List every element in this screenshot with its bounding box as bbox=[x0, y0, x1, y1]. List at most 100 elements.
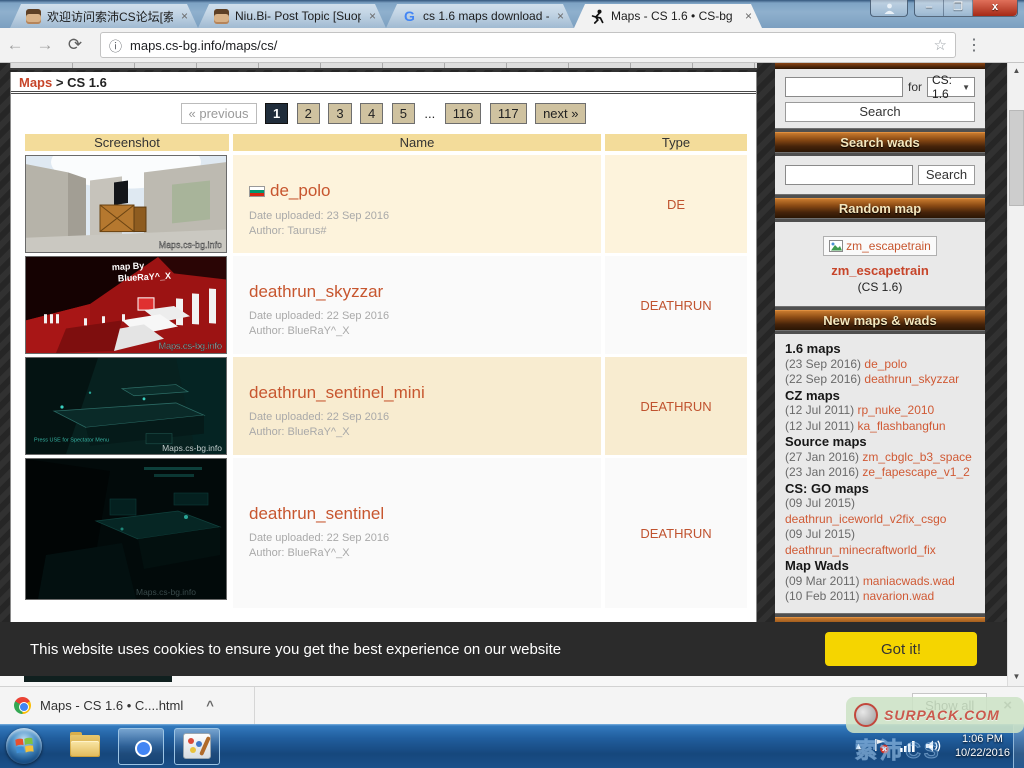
tab-close-icon[interactable]: × bbox=[555, 9, 566, 23]
map-author: Author: BlueRaY^_X bbox=[249, 546, 601, 561]
scrollbar-thumb[interactable] bbox=[1009, 110, 1024, 206]
map-name-link[interactable]: deathrun_sentinel bbox=[249, 504, 384, 524]
map-search-button[interactable]: Search bbox=[785, 102, 975, 122]
random-map-header: Random map bbox=[775, 198, 985, 218]
hidden-icons-icon[interactable]: ▲ bbox=[854, 741, 863, 751]
action-center-flag-icon[interactable] bbox=[872, 738, 890, 754]
chevron-up-icon[interactable]: ^ bbox=[206, 698, 214, 713]
map-link[interactable]: de_polo bbox=[864, 357, 907, 371]
pagination-page-116[interactable]: 116 bbox=[445, 103, 482, 124]
map-link[interactable]: zm_cbglc_b3_space bbox=[862, 450, 971, 464]
download-item[interactable]: Maps - CS 1.6 • C....html ^ bbox=[0, 697, 214, 714]
taskbar-explorer-button[interactable] bbox=[62, 728, 108, 765]
page-header-edge bbox=[10, 63, 757, 70]
map-type: DEATHRUN bbox=[605, 458, 747, 608]
address-bar[interactable]: ⓘ maps.cs-bg.info/maps/cs/ ☆ bbox=[100, 32, 956, 58]
tab-close-icon[interactable]: × bbox=[367, 9, 378, 23]
maps-table: Screenshot Name Type bbox=[11, 132, 756, 608]
show-all-downloads-button[interactable]: Show all bbox=[912, 693, 987, 718]
pagination-page-3[interactable]: 3 bbox=[328, 103, 351, 124]
chrome-icon bbox=[127, 732, 155, 760]
browser-scrollbar[interactable]: ▲ ▼ bbox=[1007, 63, 1024, 686]
table-row: map By BlueRaY^_X Maps.cs-bg.info deathr… bbox=[25, 256, 747, 354]
map-link[interactable]: deathrun_iceworld_v2fix_csgo bbox=[785, 512, 975, 528]
map-info-cell: deathrun_sentinel Date uploaded: 22 Sep … bbox=[233, 458, 601, 608]
screenshot-text: map By bbox=[112, 260, 145, 272]
tab-post-topic[interactable]: Niu.Bi- Post Topic [Suop × bbox=[198, 4, 386, 28]
pagination-page-5[interactable]: 5 bbox=[392, 103, 415, 124]
taskbar-clock[interactable]: 1:06 PM 10/22/2016 bbox=[951, 732, 1010, 760]
page-info-icon[interactable]: ⓘ bbox=[109, 36, 122, 55]
network-signal-icon[interactable] bbox=[899, 739, 916, 753]
url-text[interactable]: maps.cs-bg.info/maps/cs/ bbox=[130, 38, 934, 53]
map-link[interactable]: deathrun_minecraftworld_fix bbox=[785, 543, 975, 559]
scroll-down-icon[interactable]: ▼ bbox=[1008, 669, 1024, 685]
list-item: (12 Jul 2011) rp_nuke_2010 bbox=[785, 403, 975, 419]
tab-google-search[interactable]: G cs 1.6 maps download - × bbox=[386, 4, 574, 28]
map-info-cell: deathrun_skyzzar Date uploaded: 22 Sep 2… bbox=[233, 256, 601, 354]
map-link[interactable]: ka_flashbangfun bbox=[858, 419, 946, 433]
game-select[interactable]: CS: 1.6 ▼ bbox=[927, 77, 975, 97]
random-map-link[interactable]: zm_escapetrain bbox=[785, 263, 975, 278]
map-screenshot-thumbnail[interactable]: map By BlueRaY^_X Maps.cs-bg.info bbox=[25, 256, 227, 354]
forward-icon[interactable]: → bbox=[30, 35, 60, 55]
map-name-link[interactable]: de_polo bbox=[249, 181, 331, 201]
map-screenshot-thumbnail[interactable]: Press USE for Spectator Menu Maps.cs-bg.… bbox=[25, 357, 227, 455]
pagination-next[interactable]: next » bbox=[535, 103, 586, 124]
map-search-input[interactable] bbox=[785, 77, 903, 97]
close-download-bar-icon[interactable]: × bbox=[1003, 697, 1012, 714]
tab-close-icon[interactable]: × bbox=[743, 9, 754, 23]
wads-search-input[interactable] bbox=[785, 165, 913, 185]
reload-icon[interactable]: ⟳ bbox=[60, 35, 90, 55]
map-link[interactable]: deathrun_skyzzar bbox=[864, 372, 959, 386]
map-link[interactable]: navarion.wad bbox=[863, 589, 934, 603]
new-maps-header: New maps & wads bbox=[775, 310, 985, 330]
breadcrumb-separator: > bbox=[52, 75, 67, 90]
scroll-up-icon[interactable]: ▲ bbox=[1008, 63, 1024, 79]
profile-button[interactable] bbox=[870, 0, 908, 17]
map-name-link[interactable]: deathrun_skyzzar bbox=[249, 282, 383, 302]
tab-forum[interactable]: 欢迎访问索沛CS论坛[索 × bbox=[10, 4, 198, 28]
cookie-accept-button[interactable]: Got it! bbox=[825, 632, 977, 666]
map-screenshot-thumbnail[interactable]: Maps.cs-bg.info bbox=[25, 458, 227, 600]
pagination-page-2[interactable]: 2 bbox=[297, 103, 320, 124]
random-map-image-link[interactable]: zm_escapetrain bbox=[823, 236, 937, 256]
list-item: (23 Sep 2016) de_polo bbox=[785, 357, 975, 373]
map-link[interactable]: maniacwads.wad bbox=[863, 574, 955, 588]
maximize-button[interactable]: ❐ bbox=[944, 0, 973, 16]
taskbar-chrome-button[interactable] bbox=[118, 728, 164, 765]
pagination-page-4[interactable]: 4 bbox=[360, 103, 383, 124]
list-item: (10 Feb 2011) navarion.wad bbox=[785, 589, 975, 605]
close-button[interactable]: x bbox=[973, 0, 1017, 16]
tab-maps-cs-bg[interactable]: Maps - CS 1.6 • CS-bg × bbox=[574, 4, 762, 28]
wads-search-button[interactable]: Search bbox=[918, 165, 975, 185]
map-info-cell: deathrun_sentinel_mini Date uploaded: 22… bbox=[233, 357, 601, 455]
tab-close-icon[interactable]: × bbox=[179, 9, 190, 23]
map-screenshot-thumbnail[interactable]: Maps.cs-bg.info bbox=[25, 155, 227, 253]
minimize-button[interactable]: – bbox=[915, 0, 944, 16]
chrome-menu-icon[interactable]: ⋮ bbox=[966, 35, 983, 55]
person-icon bbox=[883, 3, 896, 14]
map-link[interactable]: ze_fapescape_v1_2 bbox=[862, 465, 969, 479]
map-search-panel: for CS: 1.6 ▼ Search bbox=[775, 69, 985, 128]
map-type: DEATHRUN bbox=[605, 256, 747, 354]
map-link[interactable]: rp_nuke_2010 bbox=[858, 403, 935, 417]
taskbar-paint-button[interactable] bbox=[174, 728, 220, 765]
pagination-page-117[interactable]: 117 bbox=[490, 103, 527, 124]
show-desktop-button[interactable] bbox=[1013, 724, 1024, 768]
map-name-link[interactable]: deathrun_sentinel_mini bbox=[249, 383, 425, 403]
windows-flag-icon bbox=[15, 737, 34, 755]
page-sliver bbox=[0, 676, 1007, 686]
speaker-icon[interactable] bbox=[925, 739, 942, 753]
pagination-previous[interactable]: « previous bbox=[181, 103, 257, 124]
breadcrumb-current: CS 1.6 bbox=[67, 75, 107, 90]
breadcrumb-maps-link[interactable]: Maps bbox=[19, 75, 52, 90]
list-item: (09 Mar 2011) maniacwads.wad bbox=[785, 574, 975, 590]
chevron-down-icon: ▼ bbox=[962, 83, 970, 92]
system-tray: ▲ 1:06 PM 10/22/2016 bbox=[854, 724, 1010, 768]
back-icon[interactable]: ← bbox=[0, 35, 30, 55]
bookmark-star-icon[interactable]: ☆ bbox=[934, 36, 947, 54]
pagination-page-1[interactable]: 1 bbox=[265, 103, 288, 124]
start-button[interactable] bbox=[6, 728, 42, 764]
pagination: « previous 1 2 3 4 5 ... 116 117 next » bbox=[11, 94, 756, 132]
